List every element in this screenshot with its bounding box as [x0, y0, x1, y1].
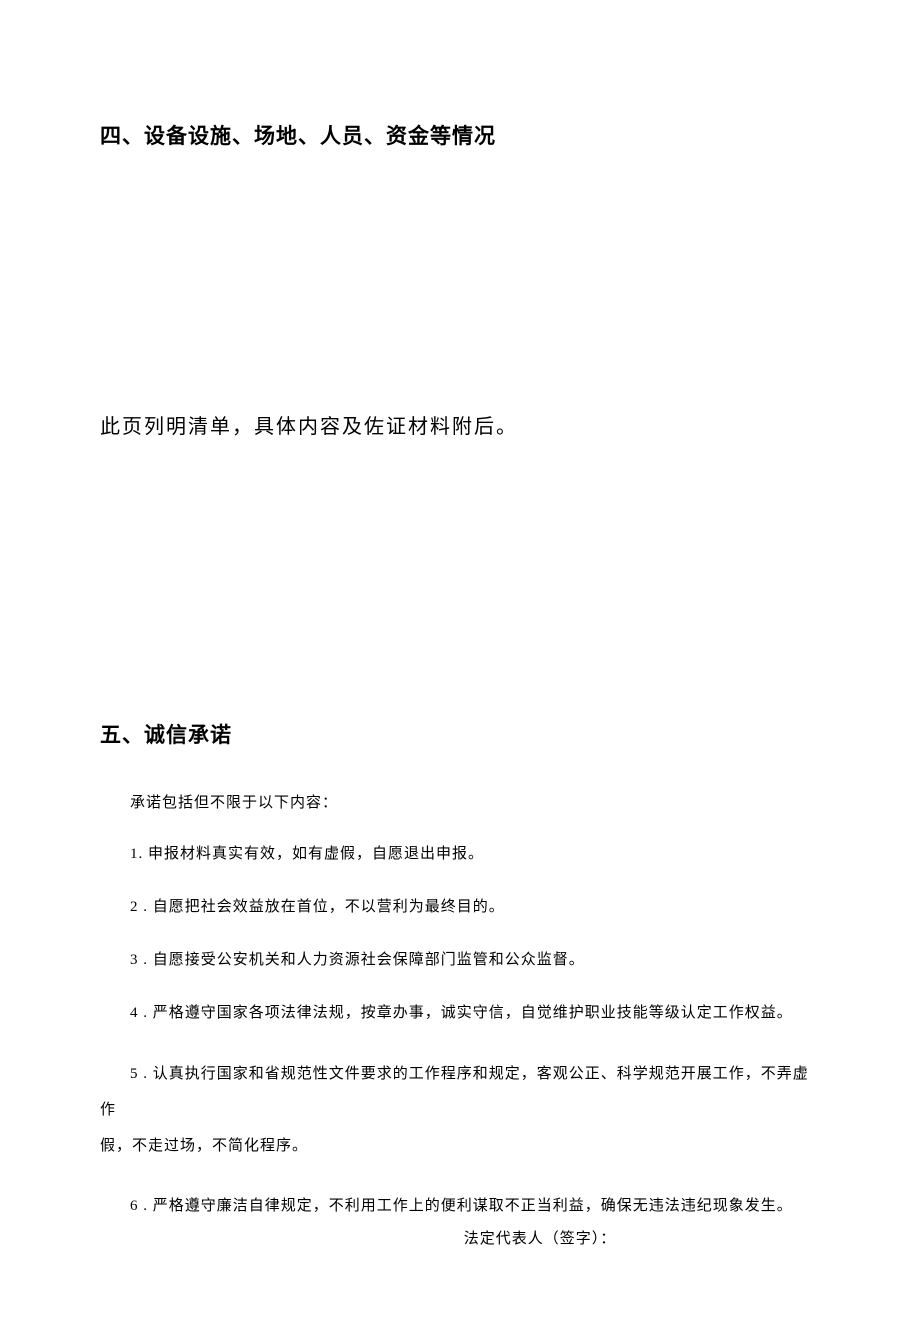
- signature-line: 法定代表人（签字）：: [100, 1227, 820, 1248]
- commitment-item-2: 2 . 自愿把社会效益放在首位，不以营利为最终目的。: [100, 897, 820, 918]
- section5: 五、诚信承诺 承诺包括但不限于以下内容： 1. 申报材料真实有效，如有虚假，自愿…: [100, 719, 820, 1248]
- section5-heading: 五、诚信承诺: [100, 719, 820, 749]
- section4-heading: 四、设备设施、场地、人员、资金等情况: [100, 120, 820, 150]
- commitment-item-5-line2: 假，不走过场，不简化程序。: [100, 1128, 820, 1164]
- document-page: 四、设备设施、场地、人员、资金等情况 此页列明清单，具体内容及佐证材料附后。 五…: [0, 0, 920, 1328]
- commitment-item-4: 4 . 严格遵守国家各项法律法规，按章办事，诚实守信，自觉维护职业技能等级认定工…: [100, 1003, 820, 1024]
- section4-note: 此页列明清单，具体内容及佐证材料附后。: [100, 410, 820, 439]
- commitment-item-1: 1. 申报材料真实有效，如有虚假，自愿退出申报。: [100, 844, 820, 865]
- commitment-item-5: 5 . 认真执行国家和省规范性文件要求的工作程序和规定，客观公正、科学规范开展工…: [100, 1056, 820, 1164]
- section5-intro: 承诺包括但不限于以下内容：: [100, 791, 820, 812]
- commitment-item-5-line1: 5 . 认真执行国家和省规范性文件要求的工作程序和规定，客观公正、科学规范开展工…: [100, 1056, 820, 1128]
- commitment-item-6: 6 . 严格遵守廉洁自律规定，不利用工作上的便利谋取不正当利益，确保无违法违纪现…: [100, 1196, 820, 1217]
- commitment-item-3: 3 . 自愿接受公安机关和人力资源社会保障部门监管和公众监督。: [100, 950, 820, 971]
